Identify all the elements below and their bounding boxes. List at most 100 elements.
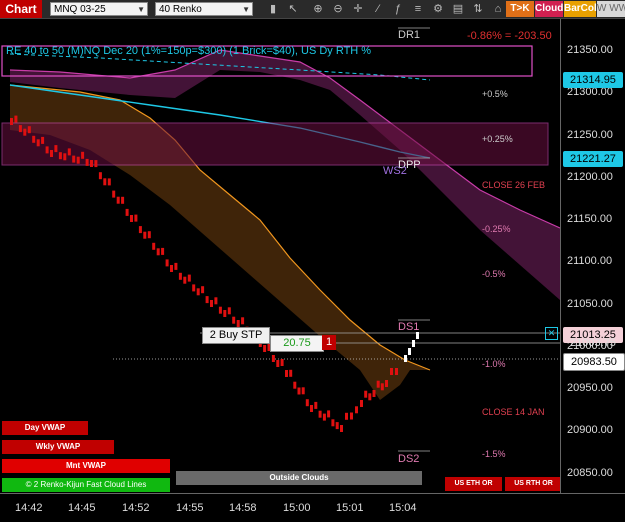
renko-brick-up — [408, 348, 411, 355]
y-tick: 21250.00 — [567, 129, 613, 141]
renko-brick — [174, 262, 178, 270]
minus-15-label: -1.5% — [482, 449, 506, 459]
pointer-icon[interactable]: ↖ — [285, 1, 301, 17]
close-feb-label: CLOSE 26 FEB — [482, 180, 546, 190]
indicators-icon[interactable]: ƒ — [390, 1, 406, 17]
ds2-label: DS2 — [398, 453, 420, 465]
copyright-text: © 2 — [25, 480, 39, 489]
renko-brick — [372, 390, 376, 397]
bar-type-selector[interactable]: 40 Renko ▼ — [155, 2, 253, 16]
order-price-box[interactable]: 20.75 — [270, 335, 324, 352]
zoom-out-icon[interactable]: ⊖ — [330, 1, 346, 17]
renko-brick — [314, 401, 318, 409]
chart-panel[interactable]: RE 40 to 50 (M)NQ Dec 20 (1%=150p=$300) … — [0, 19, 562, 493]
toolbar: Chart MNQ 03-25 ▼ 40 Renko ▼ ▮ ↖ ⊕ ⊖ ✛ ⁄ ƒ… — [0, 0, 625, 19]
zoom-in-icon[interactable]: ⊕ — [310, 1, 326, 17]
y-tick: 20850.00 — [567, 467, 613, 479]
y-tick: 21100.00 — [567, 255, 613, 267]
renko-brick — [50, 150, 53, 157]
x-tick: 15:04 — [389, 502, 417, 514]
renko-brick — [310, 405, 313, 412]
renko-brick — [81, 151, 85, 159]
renko-brick — [23, 128, 27, 136]
close-order-icon[interactable]: ✕ — [545, 327, 558, 340]
renko-brick — [36, 139, 40, 147]
lock-icon[interactable]: ⌂ — [490, 1, 506, 17]
wkly-vwap-button[interactable]: Wkly VWAP — [2, 440, 114, 454]
fast-cloud-lines-label: Renko-Kijun Fast Cloud Lines — [40, 480, 147, 489]
ws2-label: WS2 — [383, 165, 407, 177]
renko-brick — [152, 242, 156, 250]
renko-brick — [187, 274, 191, 282]
plus-025-label: +0.25% — [482, 134, 513, 144]
data-box-icon[interactable]: ▤ — [450, 1, 466, 17]
price-box-cyan-upper: 21314.95 — [563, 72, 623, 88]
renko-brick — [130, 215, 133, 222]
renko-brick — [271, 355, 275, 362]
chevron-down-icon: ▼ — [137, 5, 145, 14]
renko-brick — [58, 152, 62, 160]
strategy-icon[interactable]: ≡ — [410, 1, 426, 17]
renko-brick — [395, 368, 398, 375]
renko-brick — [41, 136, 45, 144]
renko-brick — [116, 196, 120, 204]
instrument-value: MNQ 03-25 — [54, 4, 106, 15]
cloud-toggle[interactable]: Cloud — [535, 1, 563, 17]
instrument-selector[interactable]: MNQ 03-25 ▼ — [50, 2, 148, 16]
renko-brick — [364, 390, 368, 398]
renko-brick — [67, 148, 71, 156]
price-box-level: 21003.75 — [570, 337, 616, 349]
mnt-vwap-button[interactable]: Mnt VWAP — [2, 459, 170, 473]
barcol-toggle[interactable]: BarCol — [564, 1, 597, 17]
ds1-label: DS1 — [398, 321, 420, 333]
properties-icon[interactable]: ⚙ — [430, 1, 446, 17]
renko-brick — [103, 178, 107, 186]
chart-title: RE 40 to 50 (M)NQ Dec 20 (1%=150p=$300) … — [6, 45, 372, 57]
outside-clouds-button[interactable]: Outside Clouds — [176, 471, 422, 485]
y-tick: 21200.00 — [567, 171, 613, 183]
change-label: -0.86% = -203.50 — [467, 30, 552, 42]
renko-brick — [54, 145, 58, 153]
crosshair-icon[interactable]: ✛ — [350, 1, 366, 17]
renko-brick — [138, 226, 142, 234]
fast-cloud-lines-button[interactable]: © 2 Renko-Kijun Fast Cloud Lines — [2, 478, 170, 492]
renko-brick — [276, 360, 280, 367]
y-tick: 21050.00 — [567, 298, 613, 310]
renko-brick — [112, 190, 116, 198]
renko-brick — [143, 231, 147, 239]
buy-stop-order-label[interactable]: 2 Buy STP — [202, 327, 270, 344]
renko-brick — [340, 425, 343, 432]
bar-style-icon[interactable]: ▮ — [265, 1, 281, 17]
x-tick: 14:52 — [122, 502, 150, 514]
renko-brick-up — [416, 332, 419, 339]
x-tick: 14:42 — [15, 502, 43, 514]
time-axis[interactable]: 14:42 14:45 14:52 14:55 14:58 15:00 15:0… — [0, 493, 625, 522]
chart-tab-label[interactable]: Chart — [0, 0, 42, 18]
renko-brick — [293, 381, 297, 389]
price-axis[interactable]: 21350.00 21300.00 21250.00 21200.00 2115… — [560, 19, 625, 493]
tk-toggle[interactable]: T>K — [506, 1, 534, 17]
day-vwap-button[interactable]: Day VWAP — [2, 421, 88, 435]
w-toggle[interactable]: W WWW — [597, 1, 625, 17]
renko-brick — [263, 345, 267, 352]
renko-brick — [32, 135, 36, 143]
x-tick: 15:01 — [336, 502, 364, 514]
renko-brick — [345, 412, 348, 420]
renko-brick — [368, 393, 372, 401]
us-rth-or-button[interactable]: US RTH OR — [505, 477, 562, 491]
order-qty-box[interactable]: 1 — [322, 335, 336, 350]
renko-brick — [376, 380, 380, 388]
renko-brick — [305, 399, 309, 407]
renko-brick — [390, 368, 393, 375]
draw-line-icon[interactable]: ⁄ — [370, 1, 386, 17]
x-tick: 14:45 — [68, 502, 96, 514]
renko-brick — [94, 160, 98, 168]
renko-brick — [18, 125, 22, 133]
minus-10-label: -1.0% — [482, 359, 506, 369]
us-eth-or-button[interactable]: US ETH OR — [445, 477, 502, 491]
renko-brick — [355, 406, 358, 414]
renko-brick — [134, 214, 138, 222]
chart-trader-icon[interactable]: ⇅ — [470, 1, 486, 17]
last-price-box: 20983.50 — [563, 353, 625, 371]
renko-brick — [85, 158, 89, 166]
